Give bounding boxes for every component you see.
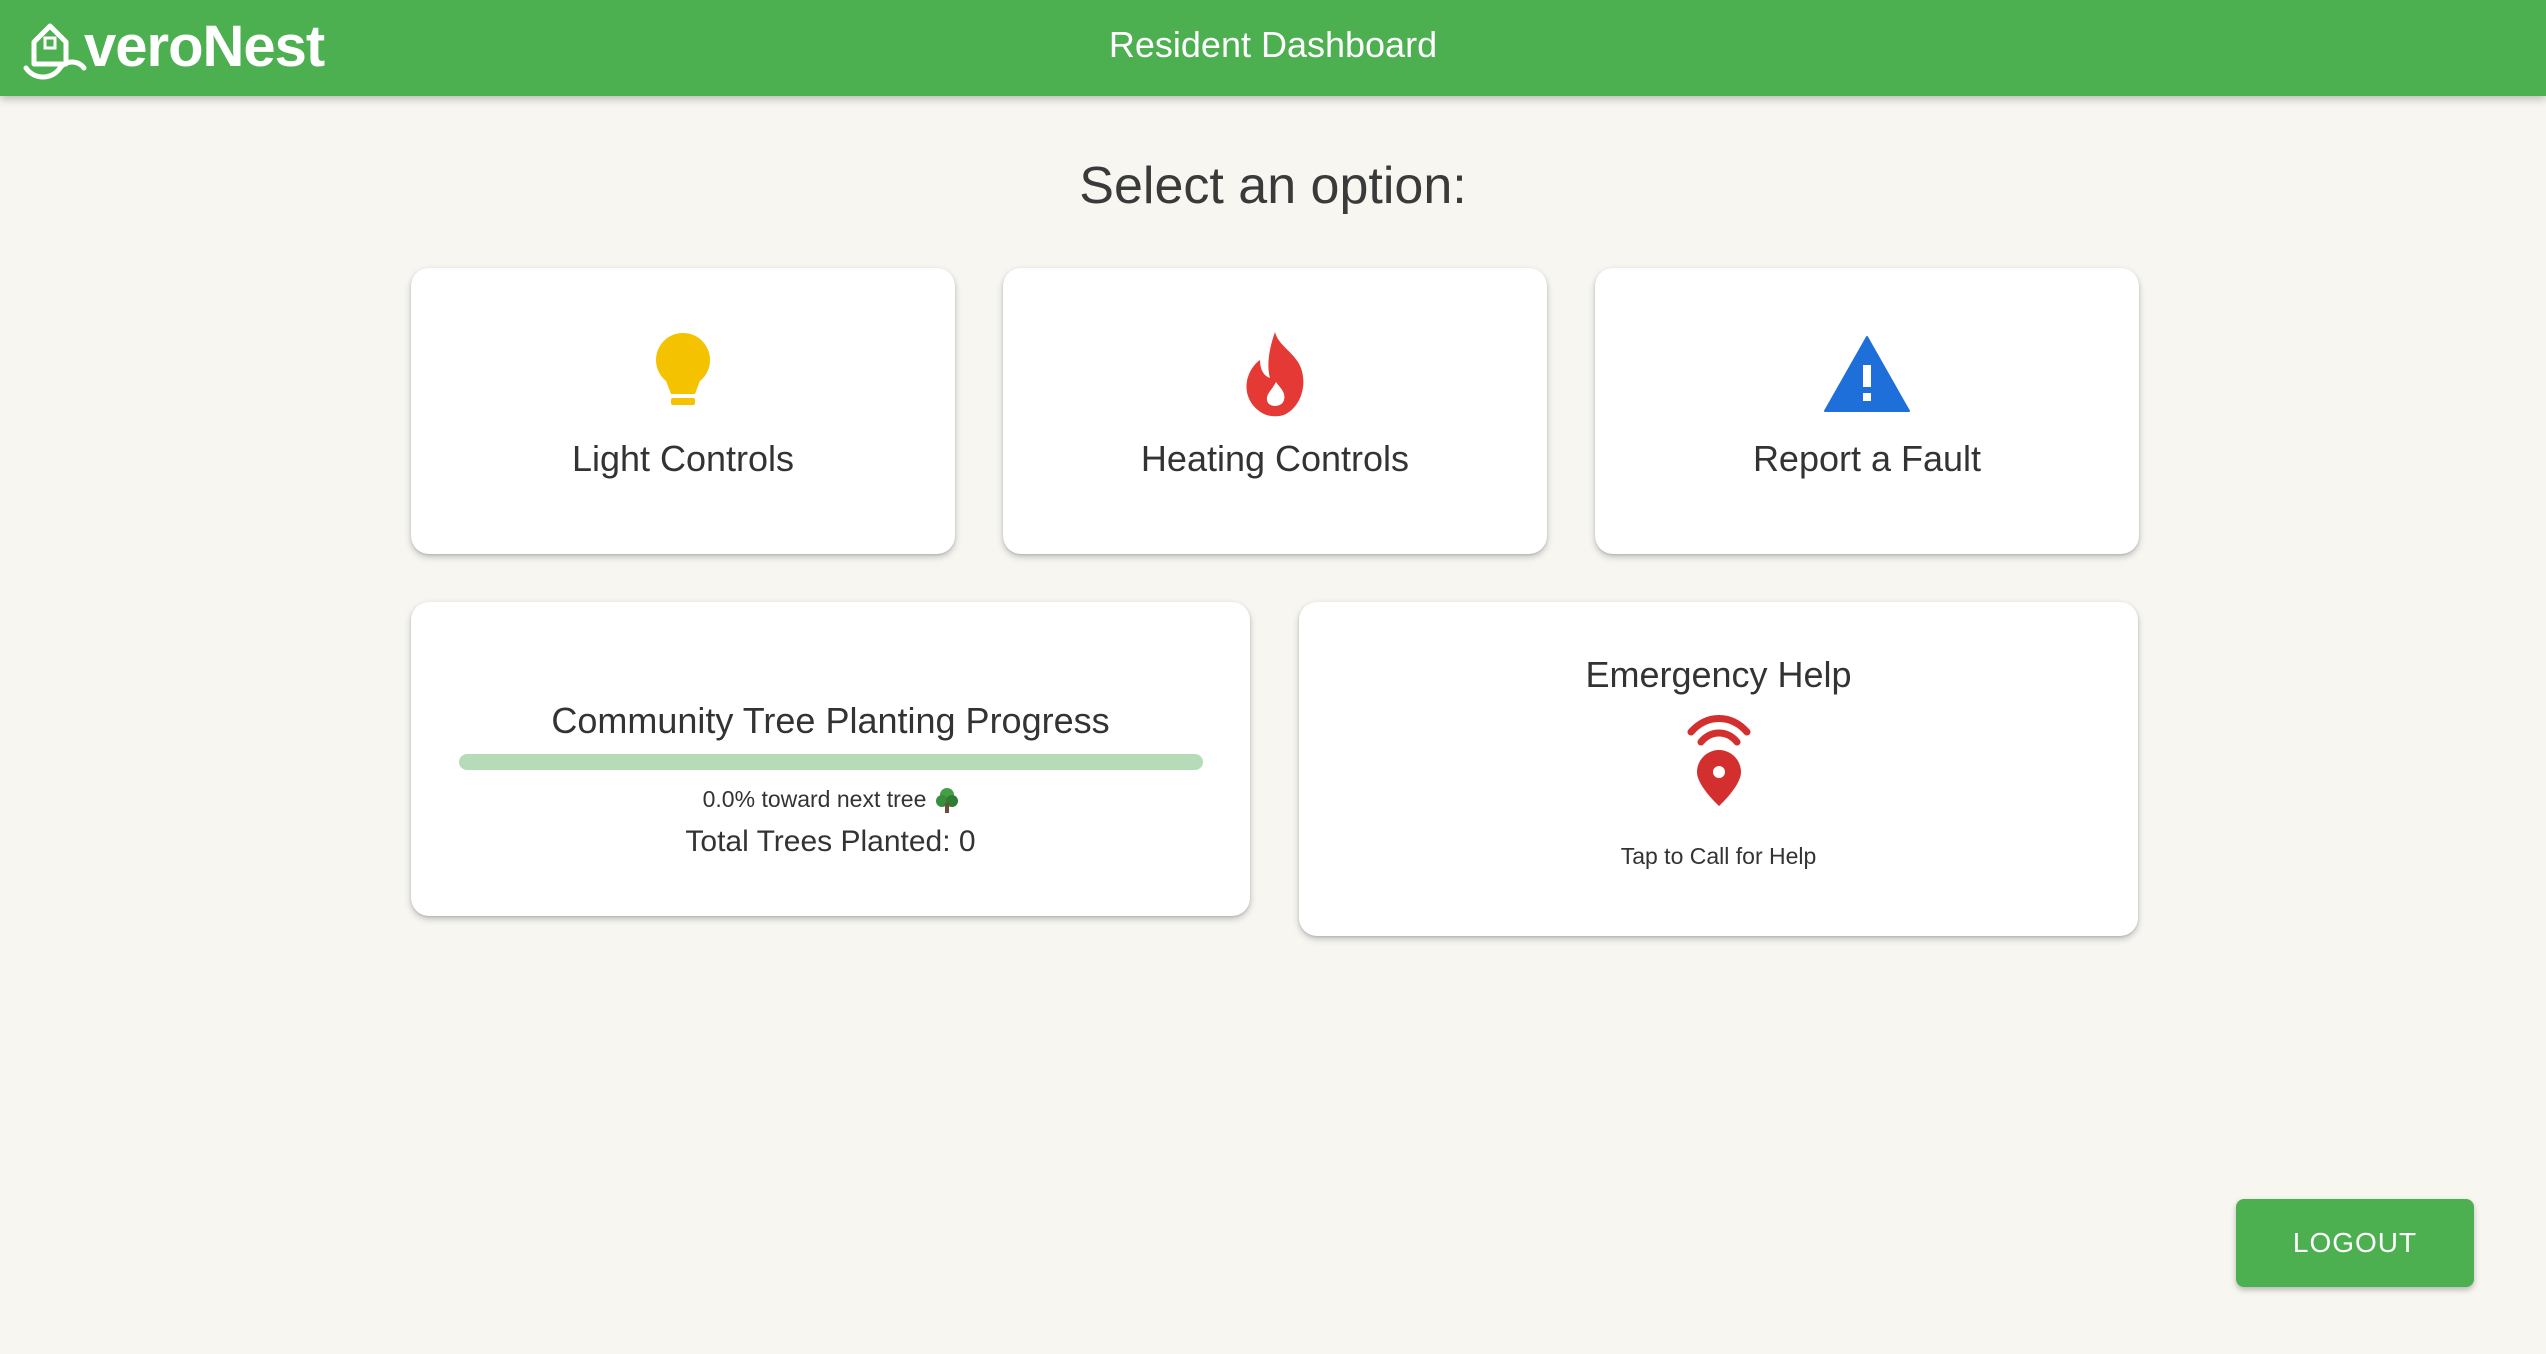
flame-icon [1242, 330, 1308, 418]
tree-progress-bar [458, 754, 1203, 770]
section-heading: Select an option: [1079, 157, 1467, 215]
tree-progress-title: Community Tree Planting Progress [551, 700, 1110, 741]
light-controls-card[interactable]: Light Controls [411, 268, 955, 554]
report-fault-card[interactable]: Report a Fault [1595, 268, 2139, 554]
heating-controls-label: Heating Controls [1140, 438, 1410, 479]
tree-progress-text: 0.0% toward next tree [703, 786, 959, 813]
light-controls-label: Light Controls [571, 438, 795, 479]
top-app-bar: veroNest Resident Dashboard [0, 0, 2546, 96]
heating-controls-card[interactable]: Heating Controls [1003, 268, 1547, 554]
report-fault-label: Report a Fault [1752, 438, 1982, 479]
warning-icon [1823, 330, 1911, 418]
logout-button[interactable]: LOGOUT [2236, 1199, 2474, 1287]
tree-icon [936, 787, 959, 813]
tree-progress-percent: 0.0% toward next tree [702, 786, 927, 812]
total-trees-planted: Total Trees Planted: 0 [685, 825, 976, 858]
emergency-help-subtitle: Tap to Call for Help [1620, 843, 1817, 869]
location-signal-icon [1685, 708, 1753, 813]
lightbulb-icon [653, 330, 713, 418]
emergency-help-title: Emergency Help [1585, 654, 1852, 695]
tree-progress-card[interactable]: Community Tree Planting Progress 0.0% to… [411, 602, 1250, 916]
page-title: Resident Dashboard [1108, 24, 1438, 65]
emergency-help-card[interactable]: Emergency Help Tap to Call for Help [1299, 602, 2138, 936]
